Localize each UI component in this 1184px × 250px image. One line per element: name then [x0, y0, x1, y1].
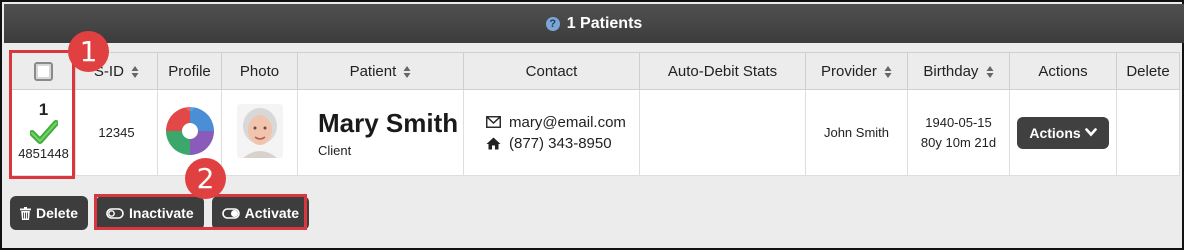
actions-cell: Actions — [1009, 89, 1117, 176]
patient-id: 12345 — [75, 89, 158, 176]
column-header-birthday[interactable]: Birthday — [907, 52, 1010, 90]
column-header-photo: Photo — [221, 52, 298, 90]
contact-email[interactable]: mary@email.com — [509, 112, 626, 133]
sort-icon[interactable] — [884, 65, 892, 79]
contact-cell: mary@email.com (877) 343-8950 — [463, 89, 640, 176]
delete-button[interactable]: Delete — [10, 196, 89, 230]
table-row: 1 4851448 12345 Mary Smith Client mary@e… — [11, 89, 1180, 176]
callout-number-one: 1 — [68, 31, 109, 72]
photo-cell — [221, 89, 298, 176]
birth-date: 1940-05-15 — [925, 114, 992, 130]
callout-highlight-status-buttons — [94, 194, 307, 230]
column-header-profile: Profile — [157, 52, 222, 90]
sort-icon[interactable] — [131, 65, 139, 79]
panel-title: 1 Patients — [566, 14, 643, 32]
callout-number-two: 2 — [185, 158, 226, 199]
patient-age: 80y 10m 21d — [920, 134, 997, 150]
autodebit-cell — [639, 89, 806, 176]
delete-cell — [1116, 89, 1180, 176]
sort-icon[interactable] — [403, 65, 411, 79]
patient-cell[interactable]: Mary Smith Client — [297, 89, 464, 176]
patient-role: Client — [318, 142, 352, 158]
patient-name[interactable]: Mary Smith — [298, 108, 463, 139]
trash-icon — [20, 206, 31, 220]
column-header-provider[interactable]: Provider — [805, 52, 908, 90]
column-header-actions: Actions — [1009, 52, 1117, 90]
home-icon — [486, 137, 501, 149]
envelope-icon — [486, 116, 501, 128]
profile-puzzle-icon[interactable] — [164, 105, 216, 157]
patients-table: S-ID Profile Photo Patient Contact Auto-… — [11, 52, 1180, 176]
patient-photo[interactable] — [236, 104, 283, 158]
contact-phone[interactable]: (877) 343-8950 — [509, 133, 612, 154]
chevron-down-icon — [1084, 128, 1097, 137]
question-circle-icon[interactable]: ? — [545, 16, 560, 31]
column-header-contact: Contact — [463, 52, 640, 90]
callout-highlight-select — [9, 50, 75, 179]
birthday-cell: 1940-05-15 80y 10m 21d — [907, 89, 1010, 176]
actions-dropdown-button[interactable]: Actions — [1017, 116, 1109, 149]
column-header-patient[interactable]: Patient — [297, 52, 464, 90]
panel-header: ? 1 Patients — [4, 4, 1184, 43]
column-header-delete: Delete — [1116, 52, 1180, 90]
column-header-autodebit: Auto-Debit Stats — [639, 52, 806, 90]
provider-name: John Smith — [805, 89, 908, 176]
sort-icon[interactable] — [986, 65, 994, 79]
patients-panel: ? 1 Patients S-ID Profile Photo Patient — [0, 0, 1184, 250]
